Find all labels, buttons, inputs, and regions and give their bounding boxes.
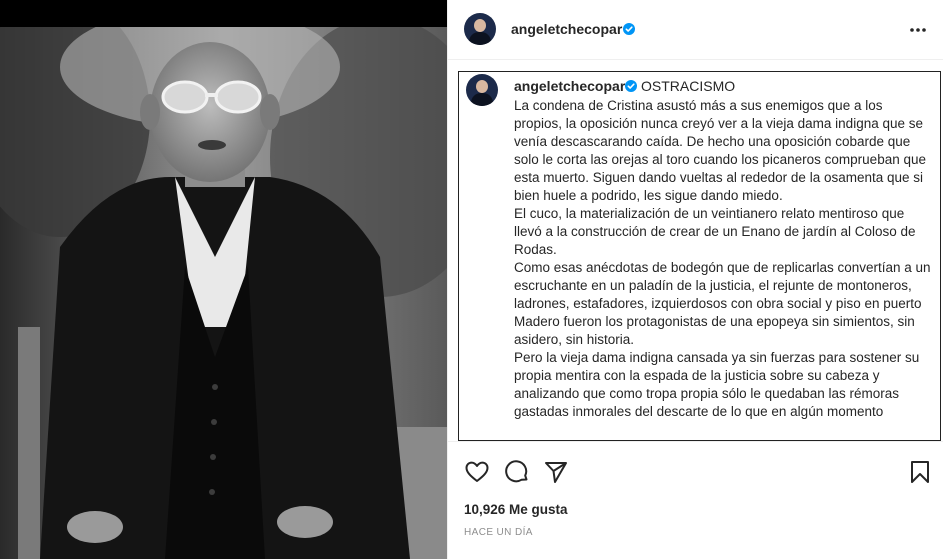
avatar-head: [476, 80, 488, 93]
caption-area: angeletchecopar OSTRACISMO La condena de…: [458, 71, 941, 441]
caption-paragraph: Como esas anécdotas de bodegón que de re…: [514, 260, 931, 347]
more-options-icon[interactable]: [908, 20, 928, 40]
post-actions: 10,926 Me gusta HACE UN DÍA: [448, 441, 943, 559]
avatar-head: [474, 19, 486, 32]
post-timestamp[interactable]: HACE UN DÍA: [464, 527, 533, 538]
likes-count[interactable]: 10,926 Me gusta: [464, 502, 568, 517]
caption-body: La condena de Cristina asustó más a sus …: [514, 97, 932, 421]
post-photo[interactable]: [0, 27, 447, 559]
image-top-strip: [0, 0, 447, 27]
bookmark-icon[interactable]: [907, 459, 933, 485]
verified-badge-icon: [623, 23, 635, 35]
header-username[interactable]: angeletchecopar: [511, 21, 622, 37]
caption-title: OSTRACISMO: [641, 78, 736, 94]
comment-icon[interactable]: [504, 459, 530, 485]
paper-plane-icon[interactable]: [543, 459, 569, 485]
header-avatar[interactable]: [464, 13, 496, 45]
caption-paragraph: La condena de Cristina asustó más a sus …: [514, 98, 926, 203]
heart-icon[interactable]: [464, 459, 490, 485]
verified-badge-icon: [625, 80, 637, 92]
caption-username[interactable]: angeletchecopar: [514, 78, 625, 94]
caption-paragraph: El cuco, la materialización de un veinti…: [514, 206, 916, 257]
post-header: angeletchecopar: [448, 0, 943, 60]
caption-avatar[interactable]: [466, 74, 498, 106]
avatar-body: [469, 32, 491, 45]
avatar-body: [471, 93, 493, 106]
post-photo-graphic: [0, 27, 447, 559]
caption-paragraph: Pero la vieja dama indigna cansada ya si…: [514, 350, 920, 419]
post-details-panel: angeletchecopar angeletchecopar OSTRACIS…: [447, 0, 943, 559]
